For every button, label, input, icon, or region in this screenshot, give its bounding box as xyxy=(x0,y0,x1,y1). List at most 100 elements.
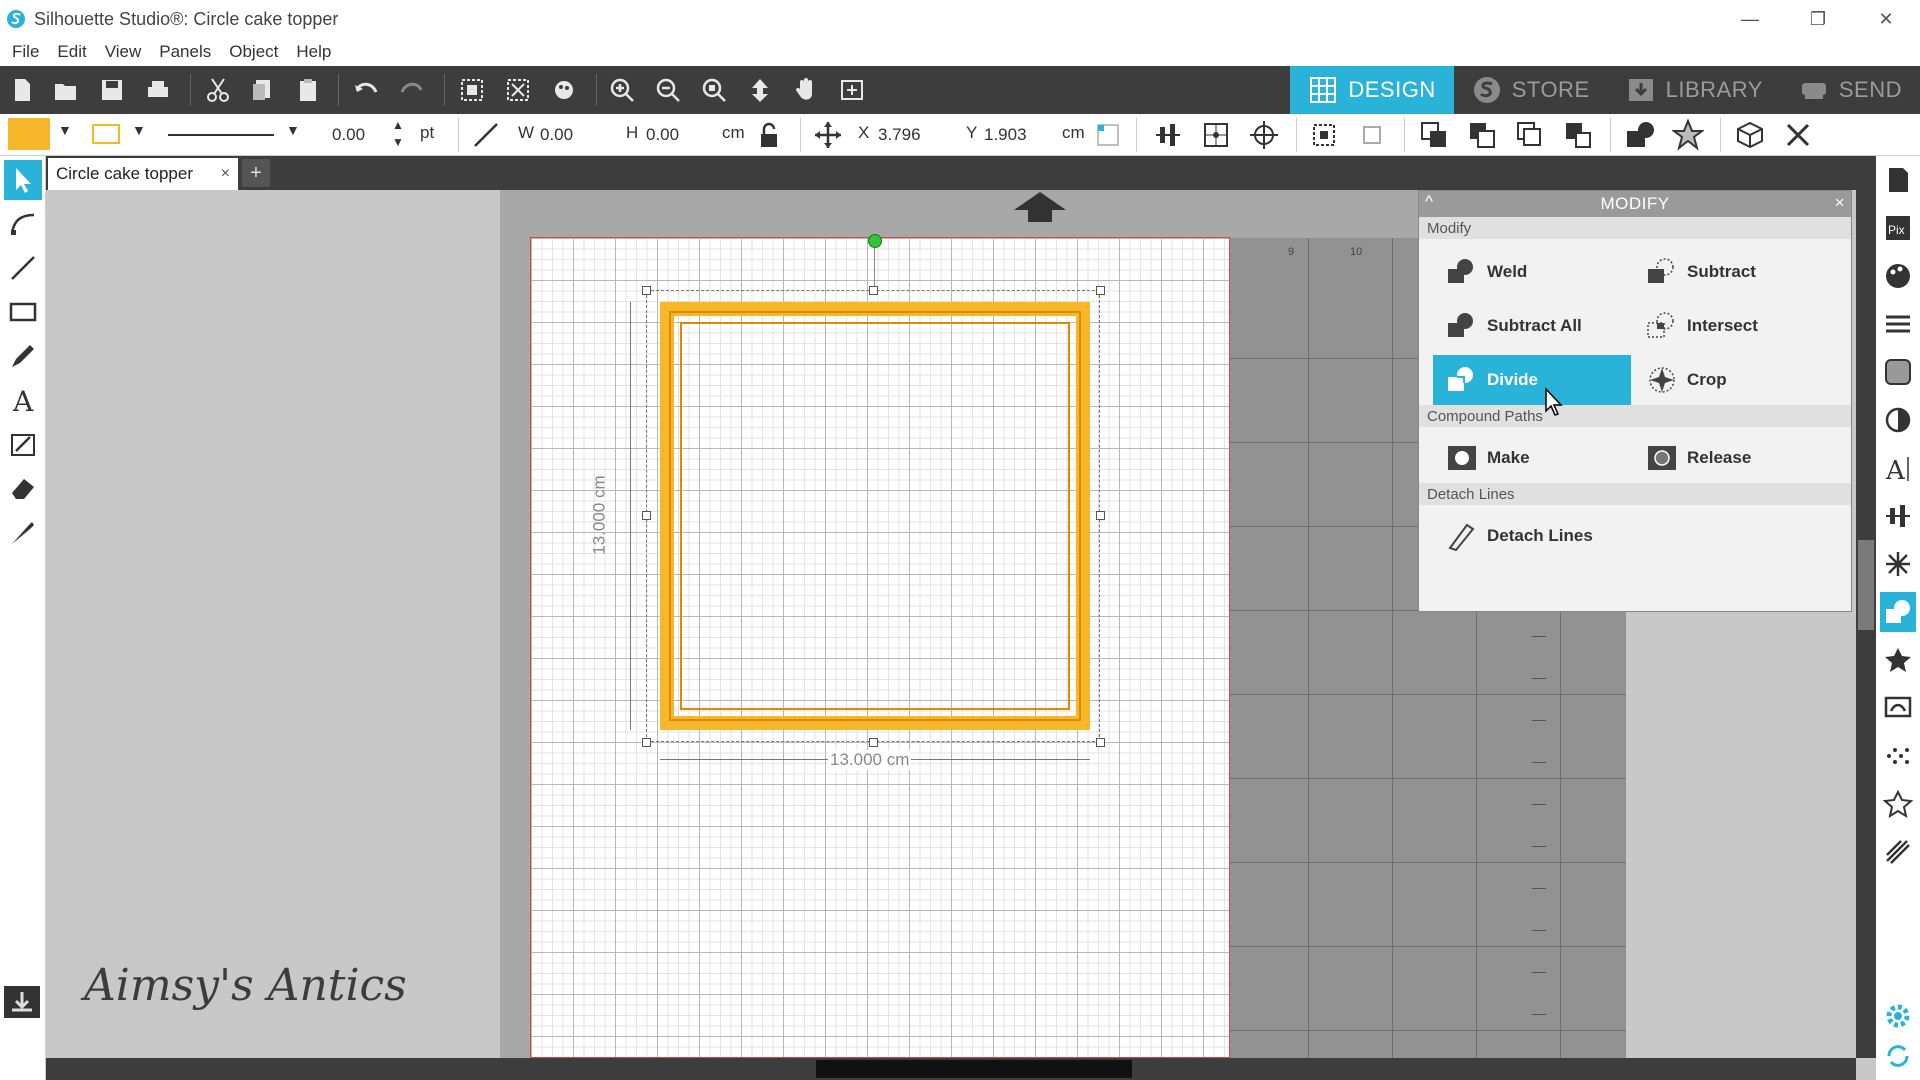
align-icon[interactable] xyxy=(1152,119,1184,151)
lock-aspect-icon[interactable] xyxy=(752,119,784,151)
weld-button[interactable]: Weld xyxy=(1433,247,1631,297)
delete-x-icon[interactable] xyxy=(1782,119,1814,151)
menu-edit[interactable]: Edit xyxy=(57,42,86,62)
move-arrows-icon[interactable] xyxy=(812,119,844,151)
release-compound-button[interactable]: Release xyxy=(1633,433,1831,483)
line-tool[interactable] xyxy=(4,248,42,288)
line-style-dropdown-arrow-icon[interactable]: ▼ xyxy=(286,122,300,138)
line-tool-small-icon[interactable] xyxy=(470,119,502,151)
tab-design[interactable]: DESIGN xyxy=(1290,66,1454,114)
copy-icon[interactable] xyxy=(246,74,278,106)
align-panel-icon[interactable] xyxy=(1880,496,1916,536)
zoom-in-icon[interactable] xyxy=(606,74,638,106)
menu-panels[interactable]: Panels xyxy=(159,42,211,62)
layers-icon[interactable] xyxy=(1880,832,1916,872)
text-style-icon[interactable]: A xyxy=(1880,448,1916,488)
3d-box-icon[interactable] xyxy=(1734,119,1766,151)
resize-handle-bottom-right[interactable] xyxy=(1096,738,1105,747)
resize-handle-top-left[interactable] xyxy=(642,286,651,295)
tab-library[interactable]: LIBRARY xyxy=(1608,66,1781,114)
crosshair-icon[interactable] xyxy=(1248,119,1280,151)
print-icon[interactable] xyxy=(142,74,174,106)
fill-color-swatch[interactable] xyxy=(8,118,50,150)
detach-lines-button[interactable]: Detach Lines xyxy=(1433,511,1673,561)
reference-point-icon[interactable] xyxy=(1092,119,1124,151)
restore-button[interactable]: ❐ xyxy=(1784,0,1852,38)
modify-shapes-icon[interactable] xyxy=(1624,119,1656,151)
modify-panel-icon[interactable] xyxy=(1880,592,1916,632)
feed-up-arrow-icon[interactable] xyxy=(1012,190,1068,224)
rectangle-tool[interactable] xyxy=(4,292,42,332)
divide-button[interactable]: Divide xyxy=(1433,355,1631,405)
send-to-back-icon[interactable] xyxy=(1466,119,1498,151)
intersect-button[interactable]: Intersect xyxy=(1633,301,1831,351)
save-icon[interactable] xyxy=(96,74,128,106)
drag-move-icon[interactable] xyxy=(744,74,776,106)
sketch-panel-icon[interactable] xyxy=(1880,736,1916,776)
line-color-swatch[interactable] xyxy=(92,124,120,144)
resize-handle-bottom[interactable] xyxy=(869,738,878,747)
tab-send[interactable]: SEND xyxy=(1781,66,1920,114)
resize-handle-top[interactable] xyxy=(869,286,878,295)
close-window-button[interactable]: ✕ xyxy=(1852,0,1920,38)
offset-icon[interactable] xyxy=(1880,640,1916,680)
height-input[interactable] xyxy=(646,121,716,149)
menu-help[interactable]: Help xyxy=(296,42,331,62)
paste-icon[interactable] xyxy=(292,74,324,106)
add-tab-button[interactable]: + xyxy=(242,159,270,187)
document-tab-close-icon[interactable]: × xyxy=(221,165,230,183)
open-folder-icon[interactable] xyxy=(50,74,82,106)
crop-button[interactable]: Crop xyxy=(1633,355,1831,405)
resize-handle-left[interactable] xyxy=(642,511,651,520)
make-compound-button[interactable]: Make xyxy=(1433,433,1631,483)
horizontal-scrollbar[interactable] xyxy=(46,1058,1856,1080)
zoom-fit-icon[interactable] xyxy=(698,74,730,106)
sketch-tool[interactable] xyxy=(4,424,42,464)
document-tab[interactable]: Circle cake topper × xyxy=(48,158,238,190)
knife-tool[interactable] xyxy=(4,512,42,552)
send-backward-icon[interactable] xyxy=(1562,119,1594,151)
page-setup-icon[interactable] xyxy=(1880,160,1916,200)
collapse-panel-icon[interactable]: ^ xyxy=(1425,192,1433,212)
select-by-color-icon[interactable] xyxy=(548,74,580,106)
line-width-stepper[interactable]: ▲ ▼ xyxy=(392,117,404,151)
line-width-input[interactable] xyxy=(332,121,384,149)
gradient-icon[interactable] xyxy=(1880,400,1916,440)
redo-icon[interactable] xyxy=(396,74,428,106)
line-color-dropdown-arrow-icon[interactable]: ▼ xyxy=(132,122,146,138)
menu-view[interactable]: View xyxy=(105,42,142,62)
line-style-icon[interactable] xyxy=(1880,304,1916,344)
resize-handle-top-right[interactable] xyxy=(1096,286,1105,295)
pixscan-icon[interactable]: Pix xyxy=(1880,208,1916,248)
download-panel-button[interactable] xyxy=(4,986,40,1018)
cut-icon[interactable] xyxy=(202,74,234,106)
close-panel-icon[interactable]: × xyxy=(1835,193,1845,213)
bring-forward-icon[interactable] xyxy=(1514,119,1546,151)
fill-palette-icon[interactable] xyxy=(1880,256,1916,296)
menu-object[interactable]: Object xyxy=(229,42,278,62)
eraser-tool[interactable] xyxy=(4,468,42,508)
vertical-scrollbar[interactable] xyxy=(1856,160,1876,1058)
subtract-button[interactable]: Subtract xyxy=(1633,247,1831,297)
y-position-input[interactable] xyxy=(984,121,1064,149)
draw-tool[interactable] xyxy=(4,336,42,376)
line-style-preview[interactable] xyxy=(168,134,274,136)
minimize-button[interactable]: — xyxy=(1716,0,1784,38)
resize-handle-right[interactable] xyxy=(1096,511,1105,520)
rotate-shape-icon[interactable] xyxy=(1356,119,1388,151)
group-icon[interactable] xyxy=(456,74,488,106)
text-tool[interactable]: A xyxy=(4,380,42,420)
sync-refresh-icon[interactable] xyxy=(1880,1036,1916,1076)
fill-dropdown-arrow-icon[interactable]: ▼ xyxy=(58,122,72,138)
undo-icon[interactable] xyxy=(350,74,382,106)
add-page-icon[interactable] xyxy=(836,74,868,106)
rotate-handle[interactable] xyxy=(868,234,882,248)
bring-to-front-icon[interactable] xyxy=(1418,119,1450,151)
select-tool[interactable] xyxy=(4,160,42,200)
zoom-out-icon[interactable] xyxy=(652,74,684,106)
pan-hand-icon[interactable] xyxy=(790,74,822,106)
fill-pattern-icon[interactable] xyxy=(1880,352,1916,392)
replicate-icon[interactable] xyxy=(1880,544,1916,584)
new-file-icon[interactable] xyxy=(6,74,38,106)
favorites-star-icon[interactable] xyxy=(1880,784,1916,824)
